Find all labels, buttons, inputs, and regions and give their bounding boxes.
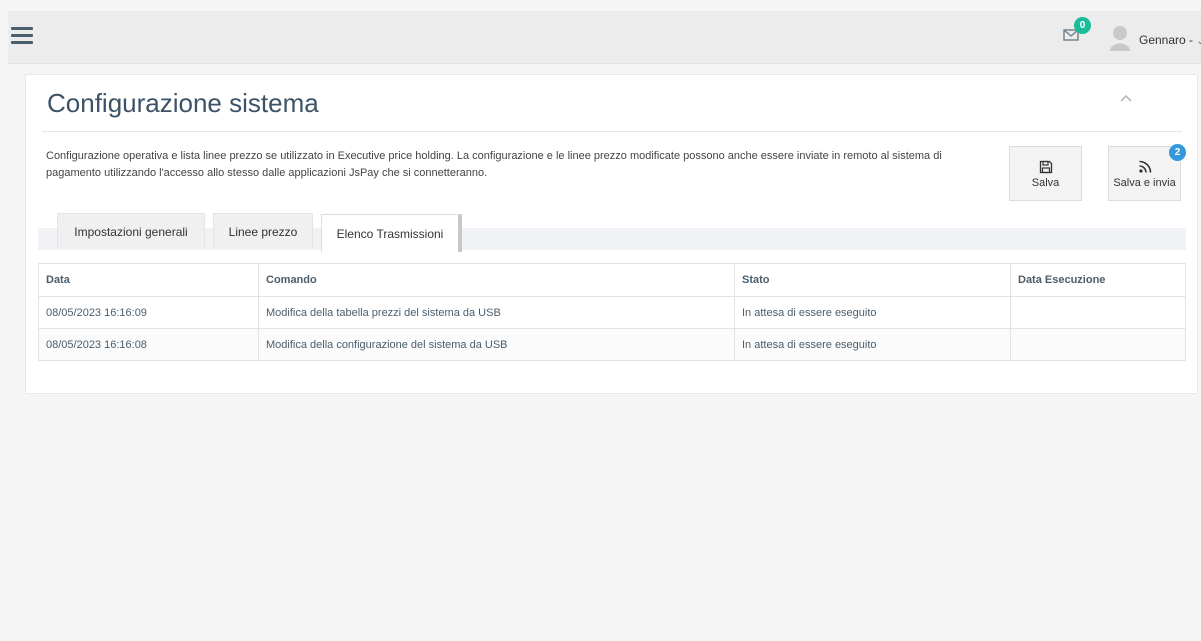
tab-bar — [38, 228, 1186, 250]
page-title: Configurazione sistema — [47, 88, 319, 118]
table-row[interactable]: 08/05/2023 16:16:08 Modifica della confi… — [38, 328, 1186, 361]
transmissions-table: Data Comando Stato Data Esecuzione 08/05… — [38, 263, 1186, 361]
save-label: Salva — [1031, 176, 1060, 189]
table-row[interactable]: 08/05/2023 16:16:09 Modifica della tabel… — [38, 296, 1186, 329]
column-header-data-esecuzione[interactable]: Data Esecuzione — [1010, 263, 1186, 297]
tab-price-lines[interactable]: Linee prezzo — [213, 213, 313, 249]
save-button[interactable]: Salva — [1009, 146, 1082, 201]
cell-data-esecuzione — [1010, 296, 1186, 329]
rss-icon — [1138, 159, 1152, 175]
cell-comando: Modifica della tabella prezzi del sistem… — [258, 296, 735, 329]
cell-data: 08/05/2023 16:16:08 — [38, 328, 259, 361]
tab-general-settings[interactable]: Impostazioni generali — [57, 213, 205, 249]
chevron-down-icon: ⌄ — [1196, 36, 1201, 47]
cell-data: 08/05/2023 16:16:09 — [38, 296, 259, 329]
table-header-row: Data Comando Stato Data Esecuzione — [38, 263, 1186, 297]
tab-label: Linee prezzo — [228, 224, 298, 239]
top-bar: 0 Gennaro - ⌄ — [8, 11, 1201, 64]
tab-label: Impostazioni generali — [74, 224, 188, 239]
menu-toggle-icon[interactable] — [11, 27, 33, 45]
tab-label: Elenco Trasmissioni — [336, 226, 444, 241]
column-header-data[interactable]: Data — [38, 263, 259, 297]
avatar[interactable] — [1109, 25, 1131, 51]
config-panel: Configurazione sistema Configurazione op… — [25, 74, 1198, 394]
page-description: Configurazione operativa e lista linee p… — [46, 150, 942, 179]
user-menu[interactable]: Gennaro - ⌄ — [1139, 33, 1201, 47]
cell-data-esecuzione — [1010, 328, 1186, 361]
cell-stato: In attesa di essere eseguito — [734, 296, 1011, 329]
floppy-disk-icon — [1039, 159, 1053, 175]
title-divider — [42, 131, 1182, 132]
cell-comando: Modifica della configurazione del sistem… — [258, 328, 735, 361]
tab-transmissions[interactable]: Elenco Trasmissioni — [321, 214, 462, 252]
chevron-up-icon[interactable] — [1119, 92, 1133, 106]
column-header-stato[interactable]: Stato — [734, 263, 1011, 297]
user-name: Gennaro - — [1139, 33, 1194, 47]
save-and-send-label: Salva e invia — [1113, 176, 1176, 189]
send-badge: 2 — [1169, 144, 1186, 161]
column-header-comando[interactable]: Comando — [258, 263, 735, 297]
app: 0 Gennaro - ⌄ Configurazione sistema Con… — [0, 0, 1201, 641]
mail-badge: 0 — [1074, 17, 1091, 34]
cell-stato: In attesa di essere eseguito — [734, 328, 1011, 361]
